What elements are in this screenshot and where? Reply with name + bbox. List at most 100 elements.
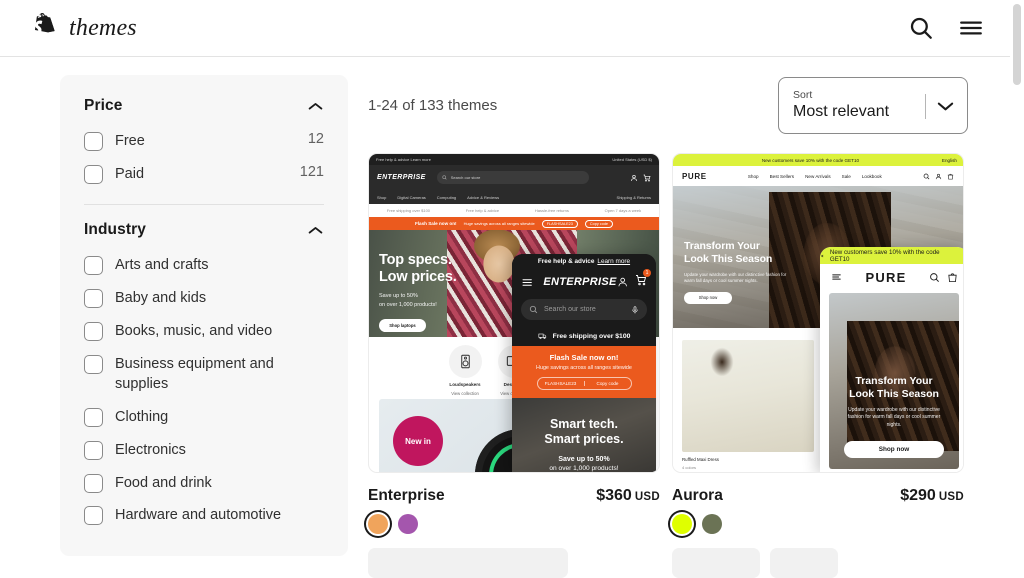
mobile-announcement-link: Learn more — [597, 258, 631, 265]
value-prop-1: Free help & advice — [465, 208, 500, 213]
filter-label-business-equipment-and-supplies: Business equipment and supplies — [115, 355, 274, 393]
product-card-0: Ruffled Maxi Dress 4 colors SALE — [682, 340, 814, 472]
mobile-logo: PURE — [865, 269, 907, 285]
swatch-orange[interactable] — [368, 514, 388, 534]
hero-button: Shop laptops — [379, 319, 426, 333]
mobile-flash-copy: Copy code — [583, 381, 631, 386]
category-link: View collection — [451, 391, 479, 396]
filter-label-clothing: Clothing — [115, 409, 169, 426]
sort-label: Sort — [793, 88, 813, 101]
filter-option-books-music-and-video[interactable]: Books, music, and video — [84, 315, 324, 348]
swatch-olive[interactable] — [702, 514, 722, 534]
theme-card-enterprise[interactable]: Free help & advice Learn more United Sta… — [368, 153, 660, 578]
scrollbar-thumb[interactable] — [1013, 4, 1021, 85]
sidebar-divider — [84, 204, 324, 206]
preview-nav-links: Shop Best Sellers New Arrivals Sale Look… — [748, 174, 882, 179]
filter-label-food-and-drink: Food and drink — [115, 474, 212, 491]
value-prop-0: Free shipping over $100 — [386, 208, 431, 213]
hero-sub-2: on over 1,000 products! — [379, 302, 437, 309]
value-prop-2: Hassle-free returns — [534, 208, 569, 213]
hero-text: Transform Your Look This Season Update y… — [684, 240, 794, 304]
mobile-announcement-text: Free help & advice — [537, 258, 595, 265]
hamburger-menu-icon[interactable] — [958, 15, 984, 41]
mobile-hero: Transform Your Look This Season Update y… — [829, 293, 959, 469]
mobile-flash-sub: Huge savings across all ranges sitewide — [536, 365, 632, 371]
brand-name: themes — [69, 14, 137, 41]
checkbox-electronics[interactable] — [84, 440, 103, 460]
account-icon — [618, 277, 627, 287]
preview-menu-bar: Shop Digital Cameras Computing Advice & … — [369, 190, 659, 204]
filter-label-arts-and-crafts: Arts and crafts — [115, 257, 209, 274]
hero-line-1: Transform Your — [684, 240, 760, 252]
preview-nav-bar: ENTERPRISE Search our store — [369, 165, 659, 190]
mobile-preview-overlay-enterprise: Free help & advice Learn more ENTERPRISE… — [512, 254, 656, 472]
theme-preview-aurora[interactable]: New customers save 10% with the code GET… — [672, 153, 964, 473]
sort-separator — [925, 93, 926, 119]
filter-option-baby-and-kids[interactable]: Baby and kids — [84, 282, 324, 315]
checkbox-business-equipment-and-supplies[interactable] — [84, 354, 103, 374]
chevron-up-icon[interactable] — [307, 101, 324, 112]
swatch-purple[interactable] — [398, 514, 418, 534]
filter-title-price: Price — [84, 97, 123, 114]
mobile-preview-overlay-aurora: New customers save 10% with the code GET… — [820, 247, 963, 472]
chevron-up-icon[interactable] — [307, 225, 324, 236]
mobile-flash-banner: Flash Sale now on! Huge savings across a… — [512, 346, 656, 398]
theme-currency: USD — [634, 491, 660, 503]
mobile-hero-sub: Update your wardrobe with our distinctiv… — [847, 406, 941, 428]
account-icon — [935, 173, 942, 179]
preview-logo: ENTERPRISE — [377, 174, 426, 181]
filter-option-free[interactable]: Free 12 — [84, 125, 324, 158]
results-toolbar: 1-24 of 133 themes Sort Most relevant — [368, 75, 968, 135]
flash-code: FLASHSALE23 — [541, 219, 578, 228]
checkbox-food-and-drink[interactable] — [84, 473, 103, 493]
header-actions — [908, 15, 984, 41]
hero-text: Top specs. Low prices. Save up to 50% on… — [379, 252, 457, 333]
chevron-down-icon[interactable] — [936, 100, 955, 112]
filter-option-paid[interactable]: Paid 121 — [84, 158, 324, 191]
filter-option-business-equipment-and-supplies[interactable]: Business equipment and supplies — [84, 348, 324, 401]
checkbox-clothing[interactable] — [84, 408, 103, 428]
checkbox-paid[interactable] — [84, 164, 103, 184]
filter-label-electronics: Electronics — [115, 441, 186, 458]
checkbox-books-music-and-video[interactable] — [84, 321, 103, 341]
checkbox-baby-and-kids[interactable] — [84, 289, 103, 309]
checkbox-free[interactable] — [84, 132, 103, 151]
mobile-nav: ENTERPRISE 1 — [512, 269, 656, 295]
filter-option-arts-and-crafts[interactable]: Arts and crafts — [84, 249, 324, 282]
mobile-announcement: New customers save 10% with the code GET… — [820, 247, 963, 264]
brand-logo[interactable]: themes — [31, 12, 137, 44]
theme-price: $290 — [900, 487, 936, 504]
filter-option-food-and-drink[interactable]: Food and drink — [84, 467, 324, 500]
announcement-locale: English — [941, 157, 957, 163]
preview-nav-bar: PURE Shop Best Sellers New Arrivals Sale… — [673, 166, 963, 186]
mobile-hero-line-2: Look This Season — [849, 387, 939, 400]
preview-value-props: Free shipping over $100 Free help & advi… — [369, 204, 659, 217]
filter-option-hardware-and-automotive[interactable]: Hardware and automotive — [84, 499, 324, 532]
page-scrollbar[interactable] — [1010, 0, 1024, 553]
theme-preview-enterprise[interactable]: Free help & advice Learn more United Sta… — [368, 153, 660, 473]
mobile-shipping-bar: Free shipping over $100 — [512, 326, 656, 346]
results-count: 1-24 of 133 themes — [368, 96, 498, 114]
checkbox-hardware-and-automotive[interactable] — [84, 506, 103, 526]
mobile-announcement-text: New customers save 10% with the code GET… — [829, 248, 940, 263]
mobile-announcement: Free help & advice Learn more — [512, 254, 656, 269]
filter-label-baby-and-kids: Baby and kids — [115, 290, 207, 307]
mobile-hero-text: Transform Your Look This Season Update y… — [829, 375, 959, 429]
filter-section-header-industry[interactable]: Industry — [84, 215, 324, 249]
theme-card-aurora[interactable]: New customers save 10% with the code GET… — [672, 153, 964, 578]
hero-sub-1: Save up to 50% — [379, 293, 418, 300]
hero-line-2: Low prices. — [379, 269, 457, 286]
filter-label-books-music-and-video: Books, music, and video — [115, 322, 273, 339]
filter-title-industry: Industry — [84, 221, 146, 239]
search-icon[interactable] — [908, 15, 934, 41]
theme-swatches-enterprise — [368, 514, 660, 534]
filter-section-header-price[interactable]: Price — [84, 91, 324, 125]
mobile-hero-line-1: Transform Your — [855, 375, 933, 387]
filter-option-electronics[interactable]: Electronics — [84, 434, 324, 467]
checkbox-arts-and-crafts[interactable] — [84, 256, 103, 276]
hero-sub: Update your wardrobe with our distinctiv… — [684, 271, 787, 284]
swatch-lime[interactable] — [672, 514, 692, 534]
sort-dropdown[interactable]: Sort Most relevant — [778, 76, 968, 134]
filter-option-clothing[interactable]: Clothing — [84, 401, 324, 434]
mobile-hero-line-1: Smart tech. — [549, 417, 619, 431]
